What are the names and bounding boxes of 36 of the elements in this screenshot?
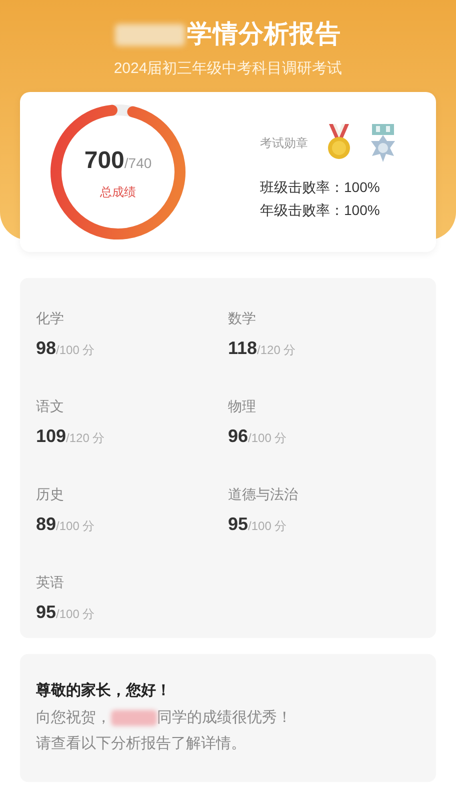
subject-max-score: /100 分 xyxy=(248,430,287,447)
rate-value: 100% xyxy=(344,178,380,197)
report-title: 学情分析报告 xyxy=(187,19,341,50)
subject-name: 英语 xyxy=(36,573,65,592)
report-subtitle: 2024届初三年级中考科目调研考试 xyxy=(114,58,342,78)
subject-score: 98 xyxy=(36,337,56,360)
congratulation-text: 向您祝贺， 同学的成绩很优秀！ xyxy=(36,708,293,728)
subject-name: 语文 xyxy=(36,397,65,416)
subject-max-score: /120 分 xyxy=(66,430,105,447)
subject-name: 物理 xyxy=(228,397,257,416)
instruction-text: 请查看以下分析报告了解详情。 xyxy=(36,734,247,754)
score-label: 总成绩 xyxy=(100,184,136,201)
greeting-heading: 尊敬的家长，您好！ xyxy=(36,681,172,701)
subject-max-score: /100 分 xyxy=(248,518,287,535)
subject-score: 109 xyxy=(36,425,66,448)
subject-score: 95 xyxy=(36,601,56,624)
rate-label: 年级击败率： xyxy=(260,201,344,220)
subject-name: 化学 xyxy=(36,309,65,328)
rate-label: 班级击败率： xyxy=(260,178,344,197)
max-score: /740 xyxy=(124,154,152,173)
subject-score: 118 xyxy=(228,337,258,360)
subject-max-score: /100 分 xyxy=(56,606,95,623)
medals-label: 考试勋章 xyxy=(260,135,308,152)
subject-score: 95 xyxy=(228,513,248,536)
subject-max-score: /100 分 xyxy=(56,342,95,359)
redacted-name xyxy=(115,24,186,46)
subject-name: 道德与法治 xyxy=(228,485,299,504)
rate-value: 100% xyxy=(344,201,380,220)
subject-max-score: /120 分 xyxy=(257,342,296,359)
total-score: 700 xyxy=(84,146,124,176)
subject-score: 89 xyxy=(36,513,56,536)
subject-name: 历史 xyxy=(36,485,65,504)
subject-max-score: /100 分 xyxy=(56,518,95,535)
star-medal-icon xyxy=(368,123,398,163)
subject-name: 数学 xyxy=(228,309,257,328)
subject-score: 96 xyxy=(228,425,248,448)
